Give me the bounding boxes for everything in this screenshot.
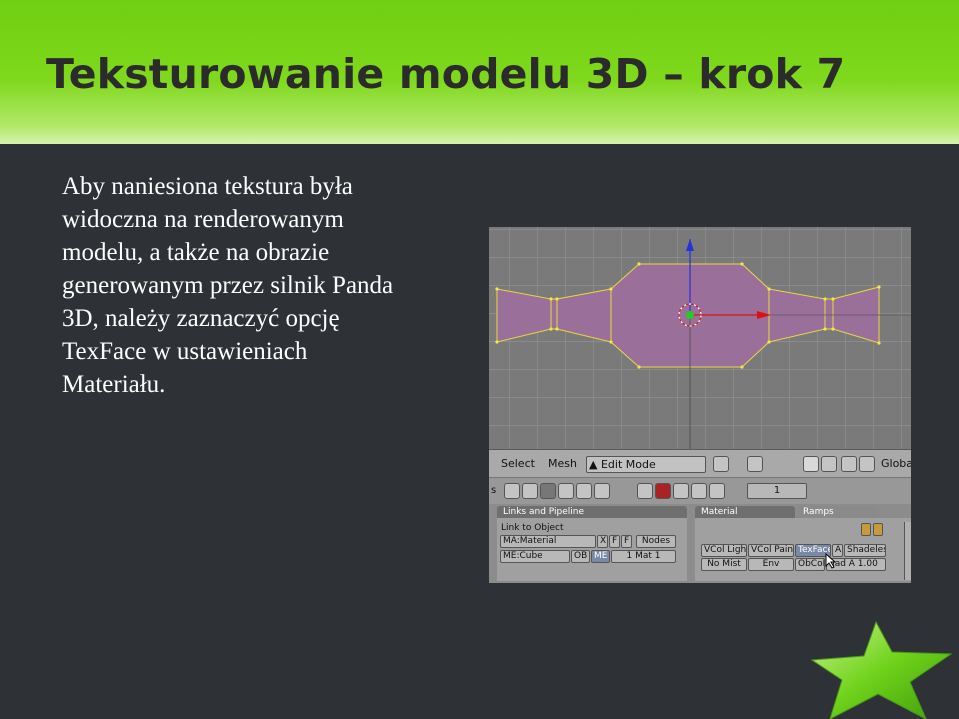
select-menu[interactable]: Select: [501, 457, 535, 470]
mesh-menu[interactable]: Mesh: [548, 457, 577, 470]
pivot-icon[interactable]: [747, 456, 763, 472]
lamp-icon[interactable]: [637, 483, 653, 499]
mesh-name-field[interactable]: ME:Cube: [500, 550, 570, 563]
mesh-view: [495, 239, 911, 449]
body-line: Aby naniesiona tekstura była: [62, 173, 353, 200]
body-line: modelu, a także na obrazie: [62, 239, 330, 266]
header-label: s: [491, 485, 497, 496]
slide-title: Teksturowanie modelu 3D – krok 7: [46, 50, 846, 98]
paste-material-icon[interactable]: [873, 523, 883, 536]
body-line: generowanym przez silnik Panda: [62, 272, 394, 299]
body-line: widoczna na renderowanym: [62, 206, 344, 233]
panel-scrollbar[interactable]: [904, 522, 911, 580]
manipulator-hand-icon[interactable]: [803, 456, 819, 472]
orientation-select[interactable]: Globa: [881, 457, 911, 470]
ramps-tab[interactable]: Ramps: [797, 506, 877, 518]
vcol-paint-button[interactable]: VCol Pain: [748, 544, 794, 557]
unlink-material-button[interactable]: X: [597, 535, 608, 548]
body-line: 3D, należy zaznaczyć opcję: [62, 305, 340, 332]
shadeless-button[interactable]: Shadeles: [844, 544, 886, 557]
mouse-cursor-icon: [825, 553, 837, 569]
body-line: Materiału.: [62, 371, 166, 398]
me-link-button[interactable]: ME: [591, 550, 610, 563]
mode-select[interactable]: ▲ Edit Mode: [586, 456, 706, 473]
material-tab[interactable]: Material: [695, 506, 795, 518]
edit-mode-icon: ▲: [589, 458, 598, 471]
ob-link-button[interactable]: OB: [571, 550, 590, 563]
script-icon[interactable]: [522, 483, 538, 499]
3d-viewport[interactable]: [489, 227, 911, 449]
editing-icon[interactable]: [576, 483, 592, 499]
mesh-left-cone: [556, 288, 612, 343]
world-icon[interactable]: [709, 483, 725, 499]
body-line: TexFace w ustawieniach: [62, 338, 308, 365]
mesh-right-cone: [768, 288, 826, 343]
mesh-right-neck: [824, 298, 834, 330]
material-f-button[interactable]: F: [621, 535, 632, 548]
links-pipeline-tab[interactable]: Links and Pipeline: [497, 506, 687, 518]
scale-icon[interactable]: [859, 456, 875, 472]
logic-icon[interactable]: [504, 483, 520, 499]
translate-icon[interactable]: [821, 456, 837, 472]
radiosity-icon[interactable]: [691, 483, 707, 499]
slide-body-text: Aby naniesiona tekstura była widoczna na…: [62, 170, 462, 401]
material-name-field[interactable]: MA:Material: [500, 535, 596, 548]
buttons-window-header: s 1: [489, 477, 911, 504]
env-button[interactable]: Env: [748, 558, 794, 571]
obcolor-button[interactable]: ObCol: [795, 558, 825, 571]
draw-type-icon[interactable]: [713, 456, 729, 472]
z-axis-arrow-icon: [686, 239, 694, 251]
rotate-icon[interactable]: [841, 456, 857, 472]
blender-screenshot: Select Mesh ▲ Edit Mode Globa s 1 Links …: [489, 227, 911, 583]
object-origin-icon: [686, 311, 694, 319]
fake-user-button[interactable]: F: [609, 535, 620, 548]
object-icon[interactable]: [558, 483, 574, 499]
copy-material-icon[interactable]: [861, 523, 871, 536]
mesh-left-neck: [550, 298, 558, 330]
shading-icon[interactable]: [540, 483, 556, 499]
mesh-left-end: [496, 288, 552, 343]
scene-icon[interactable]: [594, 483, 610, 499]
3d-view-header: Select Mesh ▲ Edit Mode Globa: [489, 449, 911, 478]
nodes-button[interactable]: Nodes: [636, 535, 676, 548]
no-mist-button[interactable]: No Mist: [701, 558, 747, 571]
texture-icon[interactable]: [673, 483, 689, 499]
material-index-field[interactable]: 1 Mat 1: [611, 550, 676, 563]
frame-counter[interactable]: 1: [747, 483, 807, 499]
buttons-panels: Links and Pipeline Link to Object MA:Mat…: [489, 504, 911, 583]
star-decoration-icon: [810, 620, 953, 719]
material-icon[interactable]: [655, 483, 671, 499]
vcol-light-button[interactable]: VCol Ligh: [701, 544, 747, 557]
link-to-object-label: Link to Object: [501, 523, 564, 533]
